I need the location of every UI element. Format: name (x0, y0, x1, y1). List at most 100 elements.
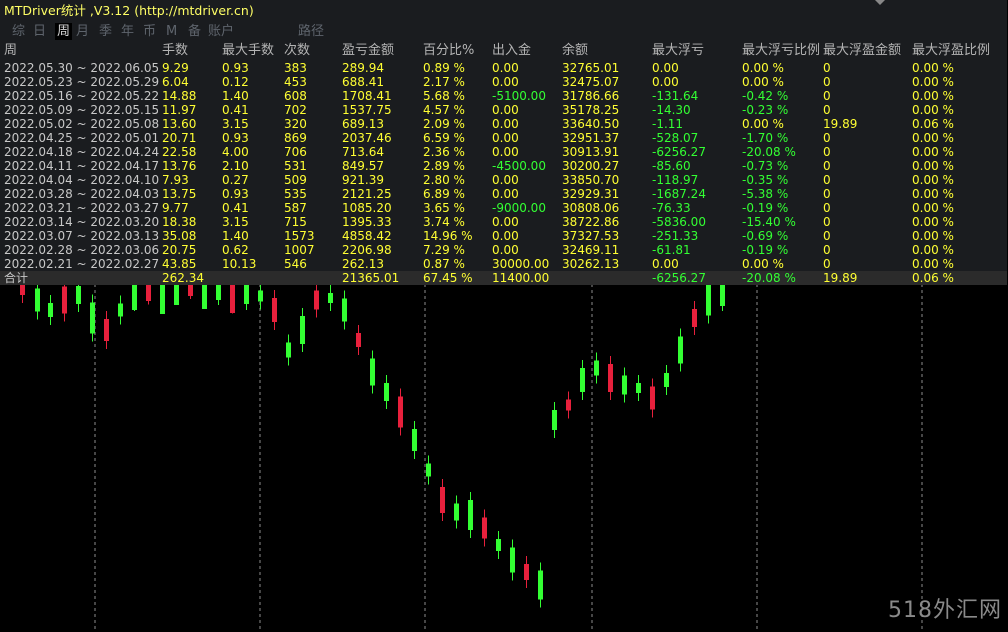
table-cell: 0.00 % (912, 243, 954, 257)
table-cell: 0.89 % (423, 61, 465, 75)
table-cell: 0.27 (222, 173, 249, 187)
table-row[interactable]: 2022.05.30 ~ 2022.06.05 9.29 0.93 383 289.94… (0, 61, 1007, 75)
column-header[interactable]: 次数 (284, 42, 310, 60)
candle-body (216, 284, 221, 300)
table-cell: 0.00 (492, 229, 519, 243)
table-row[interactable]: 2022.02.28 ~ 2022.03.06 20.75 0.62 1007 2206… (0, 243, 1007, 257)
period-tabs: 综日周月季年币 M 备账户 路径 (0, 23, 1007, 40)
table-cell: -0.19 % (742, 201, 789, 215)
total-cell: 67.45 % (423, 271, 473, 285)
column-header[interactable]: 最大浮盈比例 (912, 42, 990, 60)
table-cell: 689.13 (342, 117, 384, 131)
table-cell: 6.04 (162, 75, 189, 89)
tab-6[interactable]: 币 (143, 23, 156, 40)
table-cell: 4.57 % (423, 103, 465, 117)
table-cell: -0.42 % (742, 89, 789, 103)
table-cell: 0.00 % (912, 257, 954, 271)
table-row[interactable]: 2022.05.09 ~ 2022.05.15 11.97 0.41 702 1537.… (0, 103, 1007, 117)
table-cell: 0 (823, 89, 831, 103)
table-row[interactable]: 2022.04.25 ~ 2022.05.01 20.71 0.93 869 2037.… (0, 131, 1007, 145)
candle-body (188, 284, 193, 296)
candle-body (580, 368, 585, 392)
table-cell: 2.17 % (423, 75, 465, 89)
table-cell: -528.07 (652, 131, 699, 145)
column-header[interactable]: 最大浮亏比例 (742, 42, 820, 60)
tab-4[interactable]: 季 (99, 23, 112, 40)
table-cell: 289.94 (342, 61, 384, 75)
tab-1[interactable]: 日 (33, 23, 46, 40)
table-cell: 0.00 % (912, 61, 954, 75)
table-cell: 0.00 (492, 75, 519, 89)
table-cell: 20.75 (162, 243, 197, 257)
table-cell: 0 (823, 103, 831, 117)
table-row[interactable]: 2022.03.28 ~ 2022.04.03 13.75 0.93 535 2121.… (0, 187, 1007, 201)
candle-body (692, 309, 697, 327)
table-cell: 1395.33 (342, 215, 392, 229)
candle-body (552, 410, 557, 430)
tab-10[interactable]: 路径 (298, 23, 324, 40)
panel-title: MTDriver统计 ,V3.12 (http://mtdriver.cn) (4, 3, 254, 18)
candle-body (594, 360, 599, 376)
table-cell: 1573 (284, 229, 315, 243)
table-cell: 11.97 (162, 103, 197, 117)
table-cell: 688.41 (342, 75, 384, 89)
tab-9[interactable]: 账户 (208, 23, 234, 40)
table-row[interactable]: 2022.04.18 ~ 2022.04.24 22.58 4.00 706 713.6… (0, 145, 1007, 159)
candle-body (426, 463, 431, 477)
column-header[interactable]: 出入金 (492, 42, 531, 60)
candle-body (76, 286, 81, 304)
table-cell: 0.62 (222, 243, 249, 257)
column-header[interactable]: 最大浮亏 (652, 42, 704, 60)
column-header[interactable]: 盈亏金额 (342, 42, 394, 60)
table-row[interactable]: 2022.03.07 ~ 2022.03.13 35.08 1.40 1573 4858… (0, 229, 1007, 243)
table-cell: 2121.25 (342, 187, 392, 201)
table-cell: 453 (284, 75, 307, 89)
table-cell: 0 (823, 187, 831, 201)
collapse-icon[interactable] (872, 0, 888, 6)
table-cell: -15.40 % (742, 215, 796, 229)
table-row[interactable]: 2022.03.14 ~ 2022.03.20 18.38 3.15 715 1395.… (0, 215, 1007, 229)
column-header[interactable]: 最大浮盈金额 (823, 42, 901, 60)
table-row[interactable]: 2022.02.21 ~ 2022.02.27 43.85 10.13 546 262.… (0, 257, 1007, 271)
table-row[interactable]: 2022.03.21 ~ 2022.03.27 9.77 0.41 587 1085.2… (0, 201, 1007, 215)
table-cell: -61.81 (652, 243, 691, 257)
tab-7[interactable]: M (166, 23, 177, 40)
column-header[interactable]: 周 (4, 42, 17, 60)
tab-3[interactable]: 月 (76, 23, 89, 40)
table-cell: 33850.70 (562, 173, 620, 187)
table-cell: 509 (284, 173, 307, 187)
table-cell: 2022.05.09 ~ 2022.05.15 (4, 103, 160, 117)
column-header[interactable]: 百分比% (423, 42, 474, 60)
tab-0[interactable]: 综 (12, 23, 25, 40)
candle-body (678, 336, 683, 364)
tab-8[interactable]: 备 (188, 23, 201, 40)
table-row[interactable]: 2022.05.02 ~ 2022.05.08 13.60 3.15 320 689.1… (0, 117, 1007, 131)
table-cell: -4500.00 (492, 159, 546, 173)
table-cell: 0.00 (492, 103, 519, 117)
table-row[interactable]: 2022.05.23 ~ 2022.05.29 6.04 0.12 453 688.41… (0, 75, 1007, 89)
candle-body (412, 429, 417, 451)
table-cell: 2022.04.25 ~ 2022.05.01 (4, 131, 160, 145)
table-cell: 702 (284, 103, 307, 117)
table-cell: 0 (823, 159, 831, 173)
column-header[interactable]: 手数 (162, 42, 188, 60)
tab-5[interactable]: 年 (121, 23, 134, 40)
table-cell: 0.00 (652, 75, 679, 89)
table-row[interactable]: 2022.04.04 ~ 2022.04.10 7.93 0.27 509 921.39… (0, 173, 1007, 187)
table-cell: 30262.13 (562, 257, 620, 271)
table-row[interactable]: 2022.05.16 ~ 2022.05.22 14.88 1.40 608 1708.… (0, 89, 1007, 103)
table-cell: 14.96 % (423, 229, 473, 243)
table-cell: 32469.11 (562, 243, 620, 257)
candle-body (384, 383, 389, 401)
table-cell: -0.23 % (742, 103, 789, 117)
table-cell: 19.89 (823, 117, 858, 131)
total-cell: 合计 (4, 271, 29, 285)
candle-body (286, 342, 291, 358)
candle-body (664, 373, 669, 387)
candle-body (454, 503, 459, 521)
column-header[interactable]: 最大手数 (222, 42, 274, 60)
tab-2[interactable]: 周 (55, 23, 73, 40)
column-header[interactable]: 余额 (562, 42, 588, 60)
table-cell: -1.70 % (742, 131, 789, 145)
table-row[interactable]: 2022.04.11 ~ 2022.04.17 13.76 2.10 531 849.5… (0, 159, 1007, 173)
